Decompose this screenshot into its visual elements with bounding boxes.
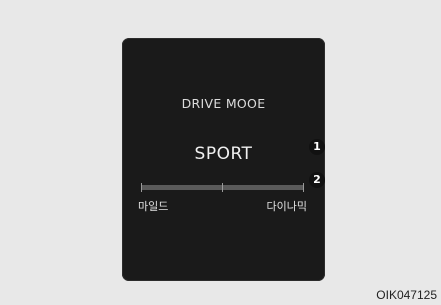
figure-code: OIK047125 <box>376 288 437 302</box>
gauge-label-mild: 마일드 <box>138 200 169 213</box>
gauge-tick-right <box>303 183 304 192</box>
gauge-tick-middle <box>222 183 223 192</box>
callout-marker-2: 2 <box>309 172 325 188</box>
figure-page: DRIVE MOOE SPORT 마일드 다이나믹 1 2 OIK047125 <box>0 0 441 305</box>
drive-mode-gauge <box>141 183 304 192</box>
current-drive-mode: SPORT <box>194 144 253 164</box>
gauge-label-dynamic: 다이나믹 <box>266 200 307 213</box>
gauge-tick-left <box>141 183 142 192</box>
cluster-display: DRIVE MOOE SPORT 마일드 다이나믹 <box>122 38 325 281</box>
callout-marker-1: 1 <box>309 139 325 155</box>
drive-mode-title: DRIVE MOOE <box>181 96 266 111</box>
